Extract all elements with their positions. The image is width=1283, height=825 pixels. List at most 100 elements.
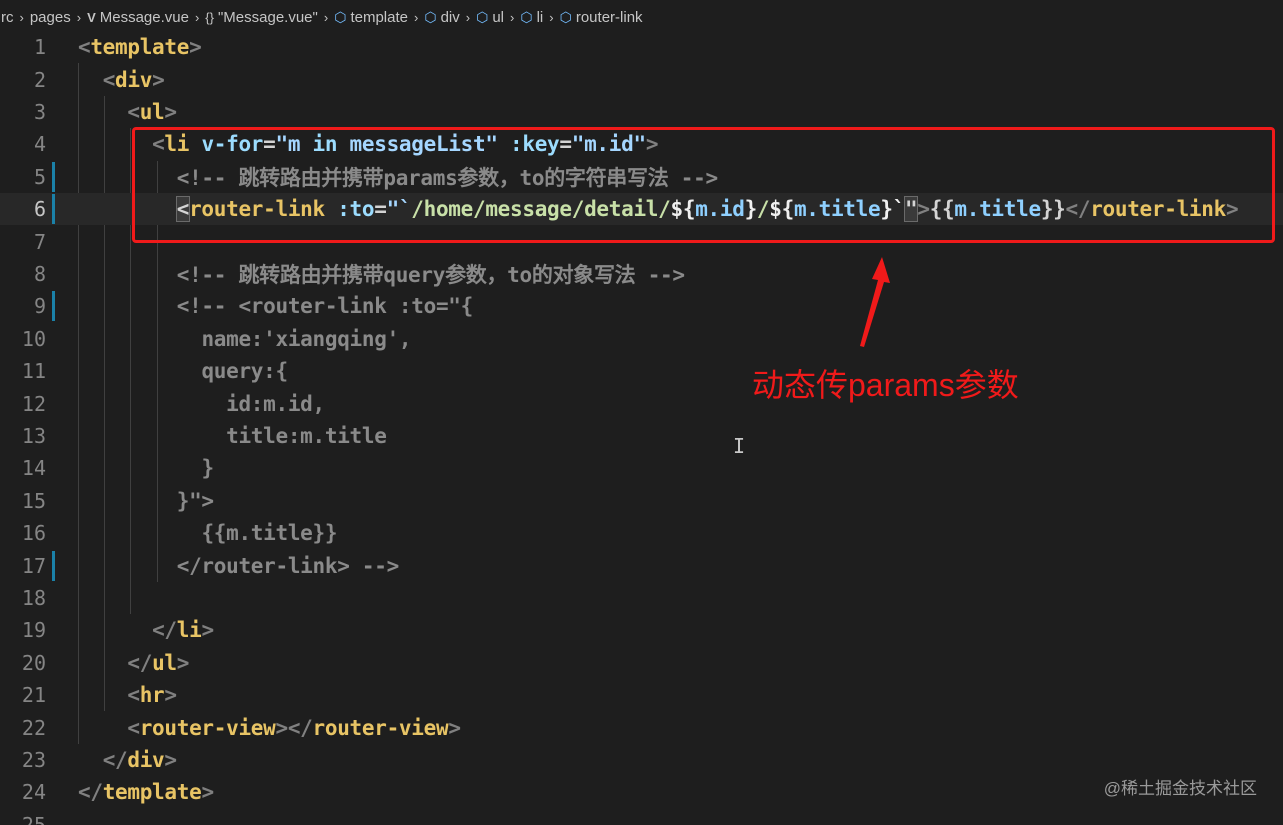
code-line[interactable]: 21 <hr>	[0, 679, 1283, 711]
code-text: <ul>	[78, 100, 177, 124]
code-token: <!-- 跳转路由并携带query参数，to的对象写法 -->	[176, 262, 685, 287]
code-text: <div>	[78, 67, 165, 92]
code-line[interactable]: 23 </div>	[0, 744, 1283, 776]
code-line[interactable]: 17 </router-link> -->	[0, 549, 1283, 581]
line-number: 9	[33, 294, 46, 319]
breadcrumb-label: template	[350, 8, 408, 26]
chevron-right-icon: ›	[323, 9, 329, 25]
code-token: <!-- <router-link :to="{	[176, 294, 474, 319]
breadcrumb-item[interactable]: rc	[0, 9, 15, 26]
code-text: <template>	[78, 35, 202, 60]
code-token: </	[127, 650, 153, 675]
line-number: 5	[33, 164, 46, 189]
chevron-right-icon: ›	[510, 9, 515, 25]
git-change-marker[interactable]	[52, 291, 55, 322]
cube-icon: ⬡	[334, 9, 347, 25]
code-token: }	[201, 456, 214, 481]
line-number: 25	[21, 812, 46, 825]
code-token: name:'xiangqing',	[201, 326, 412, 351]
code-token: }">	[176, 488, 214, 513]
git-change-marker[interactable]	[52, 194, 55, 225]
breadcrumb-item[interactable]: pages	[29, 9, 72, 26]
code-text: name:'xiangqing',	[78, 327, 411, 351]
code-text: id:m.id,	[78, 392, 325, 416]
code-text: </router-link> -->	[78, 554, 399, 578]
line-number: 17	[21, 553, 46, 578]
line-number: 24	[21, 780, 46, 805]
breadcrumb-item[interactable]: ⬡ div	[423, 9, 460, 26]
code-line[interactable]: 10 name:'xiangqing',	[0, 323, 1283, 355]
breadcrumb-label: router-link	[575, 8, 643, 26]
code-line[interactable]: 1 <template>	[0, 31, 1283, 63]
code-text: query:{	[78, 359, 288, 383]
annotation-label: 动态传params参数	[752, 367, 1019, 403]
chevron-right-icon: ›	[413, 9, 419, 25]
breadcrumb-item[interactable]: ⬡ li	[519, 9, 544, 26]
code-token: div	[115, 67, 153, 92]
code-text: </li>	[78, 618, 214, 642]
line-number: 7	[33, 229, 46, 254]
breadcrumb-item[interactable]: ⬡ ul	[475, 9, 505, 26]
code-line[interactable]: 16 {{m.title}}	[0, 517, 1283, 549]
code-line[interactable]: 18	[0, 582, 1283, 614]
cube-icon: ⬡	[520, 9, 533, 25]
code-line[interactable]: 9 <!-- <router-link :to="{	[0, 290, 1283, 322]
annotation-arrow-icon	[860, 257, 890, 347]
code-text: }	[78, 456, 214, 480]
code-line[interactable]: 22 <router-view></router-view>	[0, 711, 1283, 743]
git-change-marker[interactable]	[52, 550, 55, 581]
code-line[interactable]: 15 }">	[0, 485, 1283, 517]
code-token: ul	[139, 99, 165, 124]
code-token: template	[102, 780, 202, 805]
code-line[interactable]: 20 </ul>	[0, 647, 1283, 679]
code-token: <	[127, 99, 140, 124]
code-line[interactable]: 2 <div>	[0, 63, 1283, 95]
code-text: </template>	[78, 780, 214, 804]
code-line[interactable]: 14 }	[0, 452, 1283, 484]
code-line[interactable]: 25	[0, 809, 1283, 825]
code-line[interactable]: 24 </template>	[0, 776, 1283, 808]
code-token: query:{	[201, 359, 288, 384]
breadcrumb-item[interactable]: {} "Message.vue"	[204, 9, 319, 26]
line-number: 11	[21, 359, 46, 384]
breadcrumb-item[interactable]: ⬡ template	[333, 9, 409, 26]
line-number: 23	[21, 747, 46, 772]
chevron-right-icon: ›	[19, 9, 24, 25]
code-token: </	[152, 618, 177, 643]
code-token: title:m.title	[226, 423, 387, 448]
code-token: <	[78, 35, 91, 60]
code-line[interactable]: 11 query:{	[0, 355, 1283, 387]
code-token: ></	[275, 715, 313, 740]
watermark: @稀土掘金技术社区	[1103, 779, 1257, 798]
code-token: hr	[139, 683, 165, 708]
breadcrumb-label: "Message.vue"	[217, 8, 318, 26]
code-editor[interactable]: rc › pages › V Message.vue ›{} "Message.vue" › ⬡ t…	[0, 0, 1283, 825]
line-number: 4	[33, 132, 46, 157]
chevron-right-icon: ›	[549, 9, 554, 25]
code-token: <	[102, 67, 116, 92]
breadcrumb-item[interactable]: ⬡ router-link	[559, 9, 644, 26]
code-line[interactable]: 12 id:m.id,	[0, 387, 1283, 419]
code-text: {{m.title}}	[78, 521, 337, 545]
code-line[interactable]: 19 </li>	[0, 614, 1283, 646]
code-token: </	[78, 780, 103, 805]
git-change-marker[interactable]	[52, 161, 55, 192]
line-number: 15	[21, 488, 46, 513]
breadcrumb-label: Message.vue	[99, 8, 189, 26]
braces-icon: {}	[205, 9, 214, 25]
code-token: <	[127, 715, 140, 740]
line-number: 3	[33, 99, 46, 124]
code-line[interactable]: 13 title:m.title	[0, 420, 1283, 452]
breadcrumb-item[interactable]: V Message.vue	[86, 9, 190, 26]
code-token: >	[201, 618, 214, 643]
code-line[interactable]: 3 <ul>	[0, 96, 1283, 128]
code-line[interactable]: 8 <!-- 跳转路由并携带query参数，to的对象写法 -->	[0, 258, 1283, 290]
line-number: 12	[21, 391, 46, 416]
